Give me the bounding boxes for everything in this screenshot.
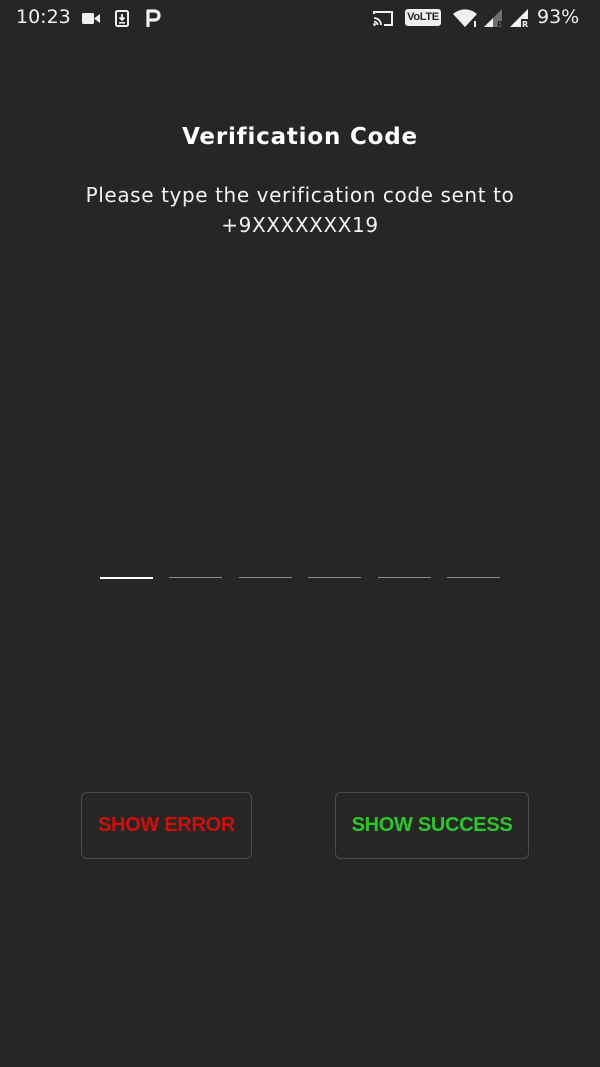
otp-digit-4[interactable] — [308, 577, 361, 578]
signal-roaming-icon: R — [481, 8, 505, 28]
battery-percent: 93% — [537, 6, 580, 28]
otp-code-input[interactable] — [100, 577, 500, 581]
wifi-icon — [452, 8, 478, 28]
status-bar: 10:23 VoLTE R R 93% — [0, 0, 600, 36]
status-time: 10:23 — [16, 6, 71, 28]
volte-icon: VoLTE — [405, 9, 441, 26]
parking-app-icon — [144, 8, 162, 28]
video-camera-icon — [81, 8, 101, 28]
otp-digit-6[interactable] — [447, 577, 500, 578]
show-error-button[interactable]: SHOW ERROR — [81, 792, 252, 859]
otp-digit-2[interactable] — [169, 577, 222, 578]
cast-icon — [371, 8, 395, 28]
masked-phone-number: +9XXXXXXX19 — [221, 213, 379, 237]
instructions-text: Please type the verification code sent t… — [85, 183, 515, 207]
otp-digit-3[interactable] — [239, 577, 292, 578]
verification-instructions: Please type the verification code sent t… — [40, 180, 560, 240]
page-title: Verification Code — [182, 124, 418, 150]
svg-text:R: R — [497, 20, 503, 28]
download-notification-icon — [113, 8, 131, 28]
otp-digit-5[interactable] — [378, 577, 431, 578]
svg-text:R: R — [522, 20, 528, 28]
otp-digit-1[interactable] — [100, 577, 153, 579]
signal-roaming-icon: R — [507, 8, 531, 28]
show-success-button[interactable]: SHOW SUCCESS — [335, 792, 529, 859]
